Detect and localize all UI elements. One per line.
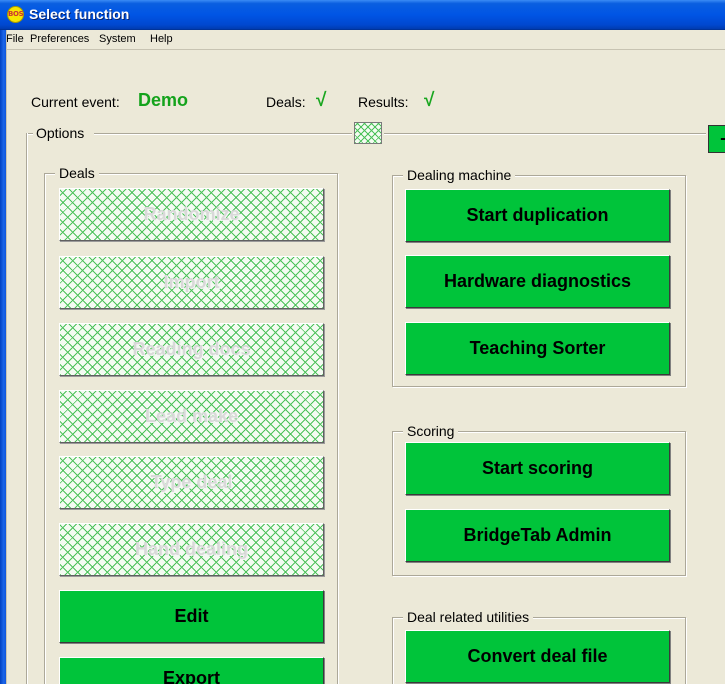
convert-deal-file-button[interactable]: Convert deal file <box>405 630 670 683</box>
reading-docs-label: Reading docs <box>132 339 251 359</box>
current-event-label: Current event: <box>31 94 120 110</box>
scoring-group-title: Scoring <box>403 423 459 439</box>
hardware-diagnostics-label: Hardware diagnostics <box>443 271 632 291</box>
edit-button[interactable]: Edit <box>59 590 324 643</box>
deals-group-title: Deals <box>55 165 99 181</box>
options-frame-top-right <box>384 133 706 135</box>
options-frame-top <box>94 133 352 135</box>
randomize-button[interactable]: Randomize <box>59 188 324 241</box>
dealing-machine-group-title: Dealing machine <box>403 167 516 183</box>
hand-dealing-label: Hand dealing <box>134 539 248 559</box>
options-label: Options <box>33 125 88 141</box>
app-logo-icon: BOS <box>7 6 24 23</box>
edit-label: Edit <box>174 606 209 626</box>
title-bar[interactable]: BOS Select function <box>0 0 725 30</box>
lead-make-button[interactable]: Lead make <box>59 390 324 443</box>
results-label: Results: <box>358 94 409 110</box>
window-left-border <box>0 30 7 684</box>
import-label: Import <box>163 272 220 292</box>
menu-file[interactable]: File <box>6 33 24 45</box>
deals-status-check-icon: √ <box>316 90 327 111</box>
bridgetab-admin-button[interactable]: BridgeTab Admin <box>405 509 670 562</box>
convert-deal-file-label: Convert deal file <box>467 646 608 666</box>
collapse-button[interactable]: − <box>708 125 725 153</box>
results-status-check-icon: √ <box>424 90 435 111</box>
collapse-icon: − <box>720 129 725 149</box>
menu-help[interactable]: Help <box>150 33 173 45</box>
start-duplication-label: Start duplication <box>466 205 609 225</box>
hardware-diagnostics-button[interactable]: Hardware diagnostics <box>405 255 670 308</box>
bridgetab-admin-label: BridgeTab Admin <box>463 525 612 545</box>
import-button[interactable]: Import <box>59 256 324 309</box>
menu-system[interactable]: System <box>99 33 136 45</box>
type-deal-label: Type deal <box>150 472 233 492</box>
export-label: Export <box>162 668 220 684</box>
panel-splitter-handle[interactable] <box>354 122 382 144</box>
menu-bar: File Preferences System Help <box>0 30 725 50</box>
window-title: Select function <box>29 6 130 22</box>
hand-dealing-button[interactable]: Hand dealing <box>59 523 324 576</box>
reading-docs-button[interactable]: Reading docs <box>59 323 324 376</box>
teaching-sorter-button[interactable]: Teaching Sorter <box>405 322 670 375</box>
deals-label: Deals: <box>266 94 306 110</box>
start-scoring-button[interactable]: Start scoring <box>405 442 670 495</box>
options-frame-left <box>26 133 28 684</box>
menu-preferences[interactable]: Preferences <box>30 33 89 45</box>
type-deal-button[interactable]: Type deal <box>59 456 324 509</box>
export-button[interactable]: Export <box>59 657 324 684</box>
start-scoring-label: Start scoring <box>481 458 594 478</box>
randomize-label: Randomize <box>143 204 240 224</box>
teaching-sorter-label: Teaching Sorter <box>469 338 606 358</box>
current-event-value: Demo <box>138 90 189 110</box>
lead-make-label: Lead make <box>144 406 239 426</box>
deal-utilities-group-title: Deal related utilities <box>403 609 534 625</box>
main-window: BOS Select function File Preferences Sys… <box>0 0 725 684</box>
start-duplication-button[interactable]: Start duplication <box>405 189 670 242</box>
